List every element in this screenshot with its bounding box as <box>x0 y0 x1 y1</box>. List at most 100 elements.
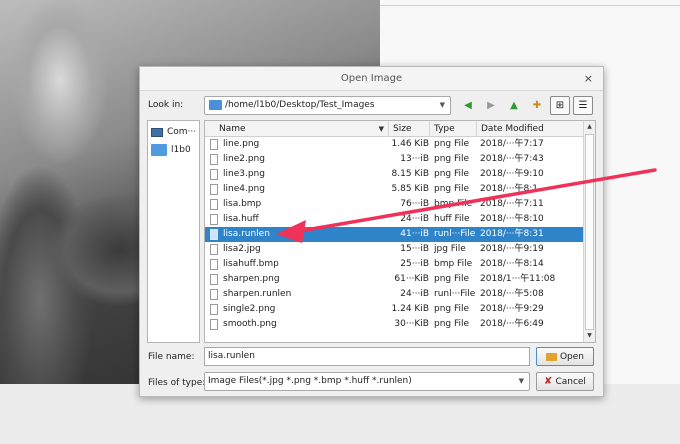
file-type-cell: png File <box>434 154 470 164</box>
new-folder-button[interactable]: ✚ <box>527 96 547 115</box>
file-name-cell: lisa.bmp <box>223 199 262 209</box>
file-icon <box>210 139 218 150</box>
back-button[interactable]: ◀ <box>458 96 478 115</box>
file-type-cell: runl···File <box>434 289 476 299</box>
file-date-cell: 2018/···午8:1 <box>480 184 539 194</box>
scroll-thumb[interactable] <box>585 134 594 330</box>
file-name-input[interactable]: lisa.runlen <box>204 347 530 366</box>
scroll-up-icon[interactable]: ▲ <box>584 121 595 133</box>
file-row[interactable]: lisa.bmp 76···iB bmp File 2018/···午7:11 <box>205 197 584 212</box>
column-header-label: Name <box>219 124 246 134</box>
file-row[interactable]: lisa.huff 24···iB huff File 2018/···午8:10 <box>205 212 584 227</box>
file-type-cell: png File <box>434 274 470 284</box>
sidebar-item-home[interactable]: l1b0 <box>151 142 191 158</box>
open-button[interactable]: Open <box>536 347 594 366</box>
file-size-cell: 13···iB <box>400 154 429 164</box>
look-in-label: Look in: <box>148 100 184 110</box>
close-button[interactable]: × <box>584 67 593 91</box>
file-name-cell: line2.png <box>223 154 265 164</box>
file-row[interactable]: line3.png 8.15 KiB png File 2018/···午9:10 <box>205 167 584 182</box>
file-name-cell: line.png <box>223 139 260 149</box>
dialog-titlebar: Open Image × <box>140 67 603 91</box>
file-date-cell: 2018/1···午11:08 <box>480 274 556 284</box>
file-size-cell: 25···iB <box>400 259 429 269</box>
file-row[interactable]: lisa2.jpg 15···iB jpg File 2018/···午9:19 <box>205 242 584 257</box>
vertical-scrollbar[interactable]: ▲ ▼ <box>583 121 595 342</box>
chevron-down-icon: ▼ <box>439 101 445 109</box>
scroll-down-icon[interactable]: ▼ <box>584 330 595 342</box>
file-icon <box>210 184 218 195</box>
file-size-cell: 61···KiB <box>394 274 429 284</box>
file-row[interactable]: sharpen.png 61···KiB png File 2018/1···午11:… <box>205 272 584 287</box>
file-name-cell: smooth.png <box>223 319 277 329</box>
file-date-cell: 2018/···午7:43 <box>480 154 544 164</box>
file-date-cell: 2018/···午8:10 <box>480 214 544 224</box>
folder-icon <box>209 100 222 110</box>
file-size-cell: 5.85 KiB <box>391 184 429 194</box>
file-name-cell: lisa.runlen <box>223 229 270 239</box>
list-view-button[interactable]: ⊞ <box>550 96 570 115</box>
files-of-type-combo[interactable]: Image Files(*.jpg *.png *.bmp *.huff *.r… <box>204 372 530 391</box>
file-type-cell: png File <box>434 319 470 329</box>
file-rows: line.png 1.46 KiB png File 2018/···午7:17 lin… <box>205 137 584 332</box>
computer-icon <box>151 127 163 137</box>
file-type-cell: png File <box>434 169 470 179</box>
file-name-cell: single2.png <box>223 304 276 314</box>
detail-view-button[interactable]: ☰ <box>573 96 593 115</box>
look-in-path: /home/l1b0/Desktop/Test_Images <box>225 100 375 110</box>
file-size-cell: 8.15 KiB <box>391 169 429 179</box>
file-date-cell: 2018/···午5:08 <box>480 289 544 299</box>
parent-directory-button[interactable]: ▲ <box>504 96 524 115</box>
file-row[interactable]: single2.png 1.24 KiB png File 2018/···午9:29 <box>205 302 584 317</box>
file-name-cell: sharpen.runlen <box>223 289 292 299</box>
file-type-cell: bmp File <box>434 199 473 209</box>
file-type-cell: huff File <box>434 214 470 224</box>
file-date-cell: 2018/···午7:17 <box>480 139 544 149</box>
file-row[interactable]: line.png 1.46 KiB png File 2018/···午7:17 <box>205 137 584 152</box>
file-size-cell: 41···iB <box>400 229 429 239</box>
cancel-button-label: Cancel <box>555 376 586 387</box>
look-in-combo[interactable]: /home/l1b0/Desktop/Test_Images ▼ <box>204 96 451 115</box>
column-header-type[interactable]: Type <box>430 121 477 137</box>
sidebar-item-label: Com··· <box>167 127 197 137</box>
column-header-name[interactable]: Name ▼ <box>205 121 389 137</box>
forward-button[interactable]: ▶ <box>481 96 501 115</box>
file-row[interactable]: lisahuff.bmp 25···iB bmp File 2018/···午8:14 <box>205 257 584 272</box>
divider <box>380 5 680 6</box>
file-date-cell: 2018/···午7:11 <box>480 199 544 209</box>
dialog-title: Open Image <box>340 73 403 84</box>
file-icon <box>210 244 218 255</box>
folder-icon <box>151 144 167 156</box>
column-header-date[interactable]: Date Modified <box>477 121 584 137</box>
file-name-cell: line3.png <box>223 169 265 179</box>
open-image-dialog: Open Image × Look in: /home/l1b0/Desktop… <box>139 66 604 397</box>
file-size-cell: 1.24 KiB <box>391 304 429 314</box>
open-folder-icon <box>545 352 557 361</box>
file-name-label: File name: <box>148 352 195 362</box>
file-icon <box>210 274 218 285</box>
files-of-type-value: Image Files(*.jpg *.png *.bmp *.huff *.r… <box>208 376 412 386</box>
file-type-cell: runl···File <box>434 229 476 239</box>
file-row[interactable]: line4.png 5.85 KiB png File 2018/···午8:1 <box>205 182 584 197</box>
file-size-cell: 15···iB <box>400 244 429 254</box>
file-icon <box>210 319 218 330</box>
cancel-icon: ✘ <box>544 376 553 387</box>
file-size-cell: 24···iB <box>400 214 429 224</box>
file-icon <box>210 169 218 180</box>
file-icon <box>210 154 218 165</box>
cancel-button[interactable]: ✘ Cancel <box>536 372 594 391</box>
file-row[interactable]: smooth.png 30···KiB png File 2018/···午6:49 <box>205 317 584 332</box>
file-date-cell: 2018/···午8:14 <box>480 259 544 269</box>
chevron-down-icon: ▼ <box>518 377 524 385</box>
file-type-cell: jpg File <box>434 244 466 254</box>
file-icon <box>210 259 218 270</box>
file-row[interactable]: sharpen.runlen 24···iB runl···File 2018/···… <box>205 287 584 302</box>
file-row[interactable]: lisa.runlen 41···iB runl···File 2018/···午8:… <box>205 227 584 242</box>
file-type-cell: bmp File <box>434 259 473 269</box>
file-icon <box>210 289 218 300</box>
sidebar-item-computer[interactable]: Com··· <box>151 124 196 140</box>
column-header-size[interactable]: Size <box>389 121 430 137</box>
file-size-cell: 1.46 KiB <box>391 139 429 149</box>
file-row[interactable]: line2.png 13···iB png File 2018/···午7:43 <box>205 152 584 167</box>
file-name-cell: lisa2.jpg <box>223 244 261 254</box>
